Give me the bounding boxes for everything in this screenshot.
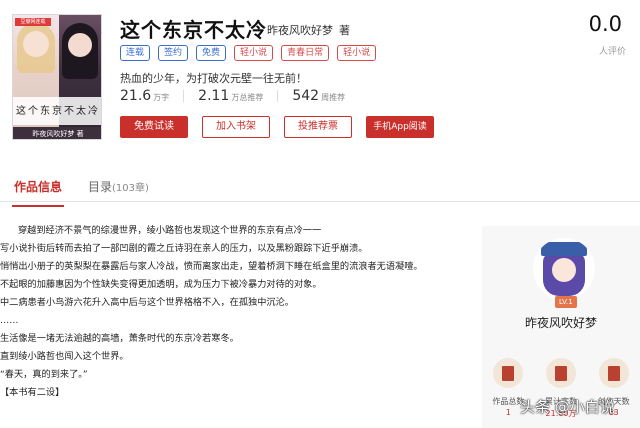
author-suffix: 著 xyxy=(339,24,350,37)
synopsis-line: 生活像是一堵无法逾越的高墙，萧条时代的东京冷若寒冬。 xyxy=(0,333,239,344)
synopsis-line: …… xyxy=(0,315,19,326)
tab-catalog-label: 目录 xyxy=(88,180,113,194)
author-panel-name[interactable]: 昨夜风吹好梦 xyxy=(482,314,640,331)
stat-divider xyxy=(277,90,279,102)
author-avatar[interactable] xyxy=(533,238,595,300)
tag-signed: 签约 xyxy=(158,45,189,61)
stat-unit: 万总推荐 xyxy=(231,93,264,102)
book-icon xyxy=(493,358,524,388)
author-line: 昨夜风吹好梦著 xyxy=(267,22,350,38)
add-to-shelf-button[interactable]: 加入书架 xyxy=(202,116,270,138)
cover-title-part1: 这个东京 xyxy=(16,106,64,117)
tag-subgenre[interactable]: 青春日常 xyxy=(281,45,330,61)
rating-count-label: 人评价 xyxy=(598,47,626,57)
book-cover[interactable]: 豆瓣网连载 这个东京不太冷 昨夜风吹好梦 著 xyxy=(12,14,102,140)
stat-value: 542 xyxy=(292,88,320,104)
action-bar: 免费试读 加入书架 投推荐票 手机App阅读 xyxy=(120,116,434,138)
free-read-button[interactable]: 免费试读 xyxy=(120,116,188,138)
cover-character-right-face xyxy=(68,33,92,57)
tab-book-info[interactable]: 作品信息 xyxy=(11,178,65,207)
tag-status: 连载 xyxy=(120,45,151,61)
stat-divider xyxy=(183,90,185,102)
tab-catalog[interactable]: 目录(103章) xyxy=(88,178,149,195)
author-level-badge: LV.1 xyxy=(555,296,577,308)
rating-score: 0.0 xyxy=(588,12,622,36)
content-tabs: 作品信息 目录(103章) xyxy=(0,172,640,207)
synopsis-line: 直到绫小路哲也闯入这个世界。 xyxy=(0,351,129,362)
book-tagline: 热血的少年，为打破次元壁一往无前！ xyxy=(120,72,307,85)
synopsis-line: 不起眼的加藤惠因为个性缺失变得更加透明，成为压力下被冷暴力对待的对象。 xyxy=(0,279,322,290)
avatar-face xyxy=(552,258,576,282)
tab-catalog-count: (103章) xyxy=(112,183,149,194)
avatar-hat xyxy=(541,242,587,256)
stat-value: 2.11 xyxy=(198,88,230,104)
stat-total-recommend: 2.11 万总推荐 xyxy=(198,88,263,104)
tag-genre[interactable]: 轻小说 xyxy=(234,45,274,61)
author-stat-value: 1 xyxy=(505,408,511,417)
app-read-button[interactable]: 手机App阅读 xyxy=(366,116,434,138)
cover-author-strip: 昨夜风吹好梦 著 xyxy=(13,127,101,139)
watermark: 头条 @小白说 xyxy=(520,398,615,416)
synopsis-line: 【本书有二设】 xyxy=(0,387,65,398)
book-synopsis: 穿越到经济不景气的综漫世界，绫小路哲也发现这个世界的东京有点冷一一 写小说扑街后… xyxy=(0,222,470,402)
synopsis-line: 中二病患者小鸟游六花升入高中后与这个世界格格不入，在孤独中沉沦。 xyxy=(0,297,294,308)
tag-list: 连载 签约 免费 轻小说 青春日常 轻小说 xyxy=(120,45,377,61)
book-title: 这个东京不太冷 xyxy=(120,18,267,42)
document-icon xyxy=(545,358,576,388)
calendar-icon xyxy=(598,358,629,388)
synopsis-line: “春天，真的到来了。” xyxy=(0,369,88,380)
synopsis-line: 穿越到经济不景气的综漫世界，绫小路哲也发现这个世界的东京有点冷一一 xyxy=(18,225,322,236)
synopsis-line: 悄悄出小册子的英梨梨在暴露后与家人冷战，愤而离家出走，望着桥洞下睡在纸盒里的流浪… xyxy=(0,261,423,272)
stat-word-count: 21.6 万字 xyxy=(120,88,169,104)
cover-title-part2: 不太冷 xyxy=(64,106,100,117)
tag-genre-extra[interactable]: 轻小说 xyxy=(337,45,377,61)
synopsis-line: 写小说扑街后转而去拍了一部凹剧的霞之丘诗羽在亲人的压力，以及黑粉跟踪下近乎崩溃。 xyxy=(0,243,368,254)
vote-recommend-button[interactable]: 投推荐票 xyxy=(284,116,352,138)
stat-value: 21.6 xyxy=(120,88,152,104)
author-link[interactable]: 昨夜风吹好梦 xyxy=(267,24,333,37)
cover-badge: 豆瓣网连载 xyxy=(15,18,51,26)
stat-weekly-recommend: 542 周推荐 xyxy=(292,88,345,104)
cover-character-left-face xyxy=(23,31,49,57)
tag-free: 免费 xyxy=(196,45,227,61)
stat-unit: 万字 xyxy=(153,93,170,102)
book-stats: 21.6 万字 2.11 万总推荐 542 周推荐 xyxy=(120,88,359,104)
stat-unit: 周推荐 xyxy=(321,93,346,102)
cover-title: 这个东京不太冷 xyxy=(13,97,101,125)
